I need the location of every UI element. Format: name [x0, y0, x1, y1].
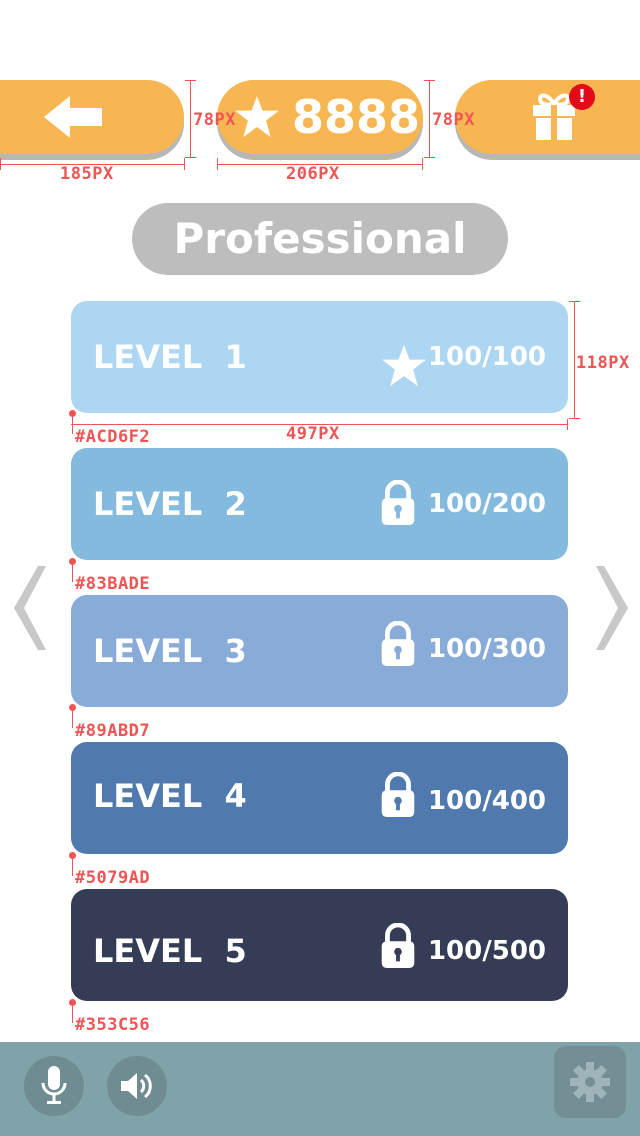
score-value: 8888	[292, 90, 421, 144]
measure-line	[185, 80, 196, 81]
lock-icon	[381, 923, 415, 969]
lock-icon	[381, 772, 415, 818]
measure-line	[0, 158, 1, 170]
measure-line	[184, 158, 185, 170]
level-label: LEVEL 1	[93, 338, 247, 376]
measure-line	[424, 157, 435, 158]
lock-icon	[381, 480, 415, 526]
star-icon	[382, 344, 426, 387]
measure-line	[567, 419, 568, 430]
page-title: Professional	[132, 203, 508, 275]
score-button[interactable]: 8888	[217, 80, 423, 154]
score-height-annotation: 78PX	[432, 110, 475, 130]
notification-badge: !	[569, 84, 595, 110]
level-score: 100/200	[427, 489, 546, 519]
level-label: LEVEL 3	[93, 632, 247, 670]
back-height-annotation: 78PX	[193, 110, 236, 130]
card-height-annotation: 118PX	[576, 353, 630, 373]
measure-line	[422, 158, 423, 170]
color-marker-line	[72, 1003, 73, 1023]
color-label-3: #89ABD7	[75, 721, 151, 741]
level-score: 100/400	[427, 786, 546, 816]
speaker-icon	[121, 1073, 152, 1099]
level-score: 100/300	[427, 634, 546, 664]
level-label: LEVEL 5	[93, 932, 247, 970]
sound-button[interactable]	[107, 1056, 167, 1116]
microphone-icon	[41, 1066, 67, 1104]
level-card-1[interactable]: LEVEL 1 100/100	[71, 301, 568, 413]
measure-line	[569, 301, 580, 302]
arrow-left-icon	[44, 96, 102, 138]
level-card-2[interactable]: LEVEL 2 100/200	[71, 448, 568, 560]
next-page-arrow-icon[interactable]	[592, 566, 632, 650]
score-width-annotation: 206PX	[286, 164, 340, 184]
microphone-button[interactable]	[24, 1056, 84, 1116]
level-label: LEVEL 4	[93, 777, 247, 815]
color-label-5: #353C56	[75, 1015, 151, 1035]
color-marker-line	[72, 708, 73, 728]
level-label: LEVEL 2	[93, 485, 247, 523]
measure-line	[429, 80, 430, 158]
settings-button[interactable]	[554, 1046, 626, 1118]
level-card-4[interactable]: LEVEL 4 100/400	[71, 742, 568, 854]
color-label-2: #83BADE	[75, 574, 151, 594]
measure-line	[424, 80, 435, 81]
star-icon	[235, 96, 279, 138]
bottom-toolbar	[0, 1042, 640, 1136]
lock-icon	[381, 621, 415, 667]
card-width-annotation: 497PX	[286, 424, 340, 444]
color-marker-line	[72, 414, 73, 434]
color-marker-line	[72, 562, 73, 582]
measure-line	[574, 301, 575, 419]
measure-line	[190, 80, 191, 158]
previous-page-arrow-icon[interactable]	[10, 566, 50, 650]
measure-line	[185, 157, 196, 158]
gift-button[interactable]: !	[455, 80, 640, 154]
color-label-1: #ACD6F2	[75, 427, 151, 447]
back-width-annotation: 185PX	[60, 164, 114, 184]
measure-line	[217, 158, 218, 170]
level-card-5[interactable]: LEVEL 5 100/500	[71, 889, 568, 1001]
gear-icon	[570, 1062, 610, 1102]
level-score: 100/100	[427, 342, 546, 372]
back-button[interactable]	[0, 80, 184, 154]
level-card-3[interactable]: LEVEL 3 100/300	[71, 595, 568, 707]
measure-line	[569, 418, 580, 419]
color-label-4: #5079AD	[75, 868, 151, 888]
level-score: 100/500	[427, 936, 546, 966]
color-marker-line	[72, 856, 73, 876]
